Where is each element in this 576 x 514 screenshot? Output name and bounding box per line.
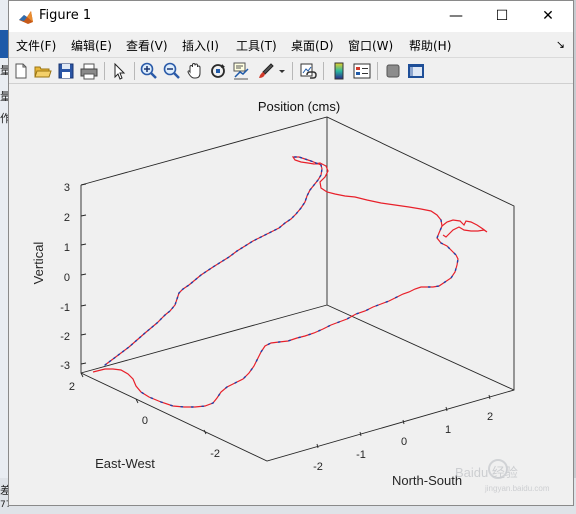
menu-dock-icon[interactable]: ↘ [556, 38, 565, 51]
z-tick-mark [80, 273, 87, 276]
z-tick-mark [80, 214, 87, 217]
menu-help[interactable]: 帮助(H) [409, 37, 451, 54]
menu-view[interactable]: 查看(V) [126, 37, 168, 54]
menu-desktop[interactable]: 桌面(D) [291, 37, 334, 54]
zoom-in-icon[interactable] [139, 61, 159, 81]
y-tick-mark [402, 419, 405, 425]
z-axis-label: Vertical [31, 242, 46, 285]
brush-dropdown-icon[interactable] [277, 61, 287, 81]
watermark-subtext: jingyan.baidu.com [484, 484, 550, 493]
toolbar-separator [323, 62, 324, 80]
y-tick-label: -1 [356, 449, 366, 461]
pan-icon[interactable] [185, 61, 205, 81]
z-tick-label: -3 [60, 360, 70, 372]
figure-window: Figure 1 — ☐ ✕ 文件(F) 编辑(E) 查看(V) 插入(I) 工… [8, 0, 574, 506]
z-axis [80, 183, 87, 365]
rotate-3d-icon[interactable] [208, 61, 228, 81]
brush-icon[interactable] [256, 61, 276, 81]
menu-window[interactable]: 窗口(W) [348, 37, 393, 54]
matlab-icon [19, 11, 33, 24]
menu-tools[interactable]: 工具(T) [236, 37, 277, 54]
print-icon[interactable] [79, 61, 99, 81]
axes-edge [80, 304, 328, 374]
minimize-icon: — [449, 8, 463, 24]
toolbar-separator [134, 62, 135, 80]
trajectory-line-lateral [441, 219, 488, 238]
figure-toolbar [9, 57, 573, 84]
z-tick-label: 0 [64, 272, 70, 284]
z-tick-label: 1 [64, 242, 70, 254]
trajectory-markers [135, 296, 398, 408]
toolbar-separator [104, 62, 105, 80]
axes-box [80, 116, 515, 462]
window-title: Figure 1 [39, 8, 92, 23]
toolbar-separator [292, 62, 293, 80]
watermark: Baidu 经验 jingyan.baidu.com [455, 459, 550, 493]
x-axis-label: East-West [95, 456, 155, 471]
z-tick-mark [80, 243, 87, 246]
z-tick-label: 3 [64, 182, 70, 194]
watermark-text: Baidu 经验 [455, 465, 518, 480]
plot-area[interactable]: 3 2 1 0 -1 -2 -3 2 0 -2 -2 -1 0 1 2 Posi… [9, 85, 573, 505]
y-tick-mark [445, 406, 448, 412]
z-tick-labels: 3 2 1 0 -1 -2 -3 [60, 182, 70, 372]
axes-edge [326, 304, 515, 391]
hide-plot-tools-icon[interactable] [383, 61, 403, 81]
y-tick-label: 0 [401, 436, 407, 448]
menu-insert[interactable]: 插入(I) [182, 37, 219, 54]
menu-file[interactable]: 文件(F) [16, 37, 56, 54]
z-tick-mark [80, 362, 87, 365]
y-tick-mark [488, 394, 491, 400]
z-tick-label: 2 [64, 212, 70, 224]
toolbar-separator [377, 62, 378, 80]
x-tick-label: -2 [210, 448, 220, 460]
y-tick-label: 1 [445, 424, 451, 436]
y-tick-mark [359, 431, 362, 437]
pointer-icon[interactable] [109, 61, 129, 81]
close-icon: ✕ [542, 8, 554, 24]
minimize-button[interactable]: — [433, 1, 479, 32]
link-plot-icon[interactable] [298, 61, 318, 81]
zoom-out-icon[interactable] [162, 61, 182, 81]
z-tick-mark [80, 183, 87, 186]
y-tick-mark [316, 443, 319, 449]
trajectory-line-upper [92, 156, 459, 408]
new-figure-icon[interactable] [11, 61, 31, 81]
open-icon[interactable] [33, 61, 53, 81]
menu-bar: 文件(F) 编辑(E) 查看(V) 插入(I) 工具(T) 桌面(D) 窗口(W… [9, 32, 573, 57]
data-cursor-icon[interactable] [231, 61, 251, 81]
z-tick-label: -1 [60, 302, 70, 314]
menu-edit[interactable]: 编辑(E) [71, 37, 112, 54]
x-tick-labels: 2 0 -2 [69, 381, 220, 460]
chart-title: Position (cms) [258, 99, 340, 114]
close-button[interactable]: ✕ [525, 1, 571, 32]
maximize-icon: ☐ [495, 8, 509, 24]
trajectory-series [92, 156, 488, 408]
y-tick-label: 2 [487, 411, 493, 423]
legend-icon[interactable] [352, 61, 372, 81]
axes-edge [80, 116, 515, 462]
title-bar: Figure 1 — ☐ ✕ [9, 1, 573, 32]
save-icon[interactable] [56, 61, 76, 81]
show-plot-tools-icon[interactable] [406, 61, 426, 81]
x-tick-label: 0 [142, 415, 148, 427]
z-tick-label: -2 [60, 331, 70, 343]
z-tick-mark [80, 333, 87, 336]
y-axis-label: North-South [392, 473, 462, 488]
y-tick-label: -2 [313, 461, 323, 473]
maximize-button[interactable]: ☐ [479, 1, 525, 32]
x-tick-label: 2 [69, 381, 75, 393]
z-tick-mark [80, 304, 87, 307]
colorbar-icon[interactable] [329, 61, 349, 81]
trajectory-markers [104, 156, 323, 366]
